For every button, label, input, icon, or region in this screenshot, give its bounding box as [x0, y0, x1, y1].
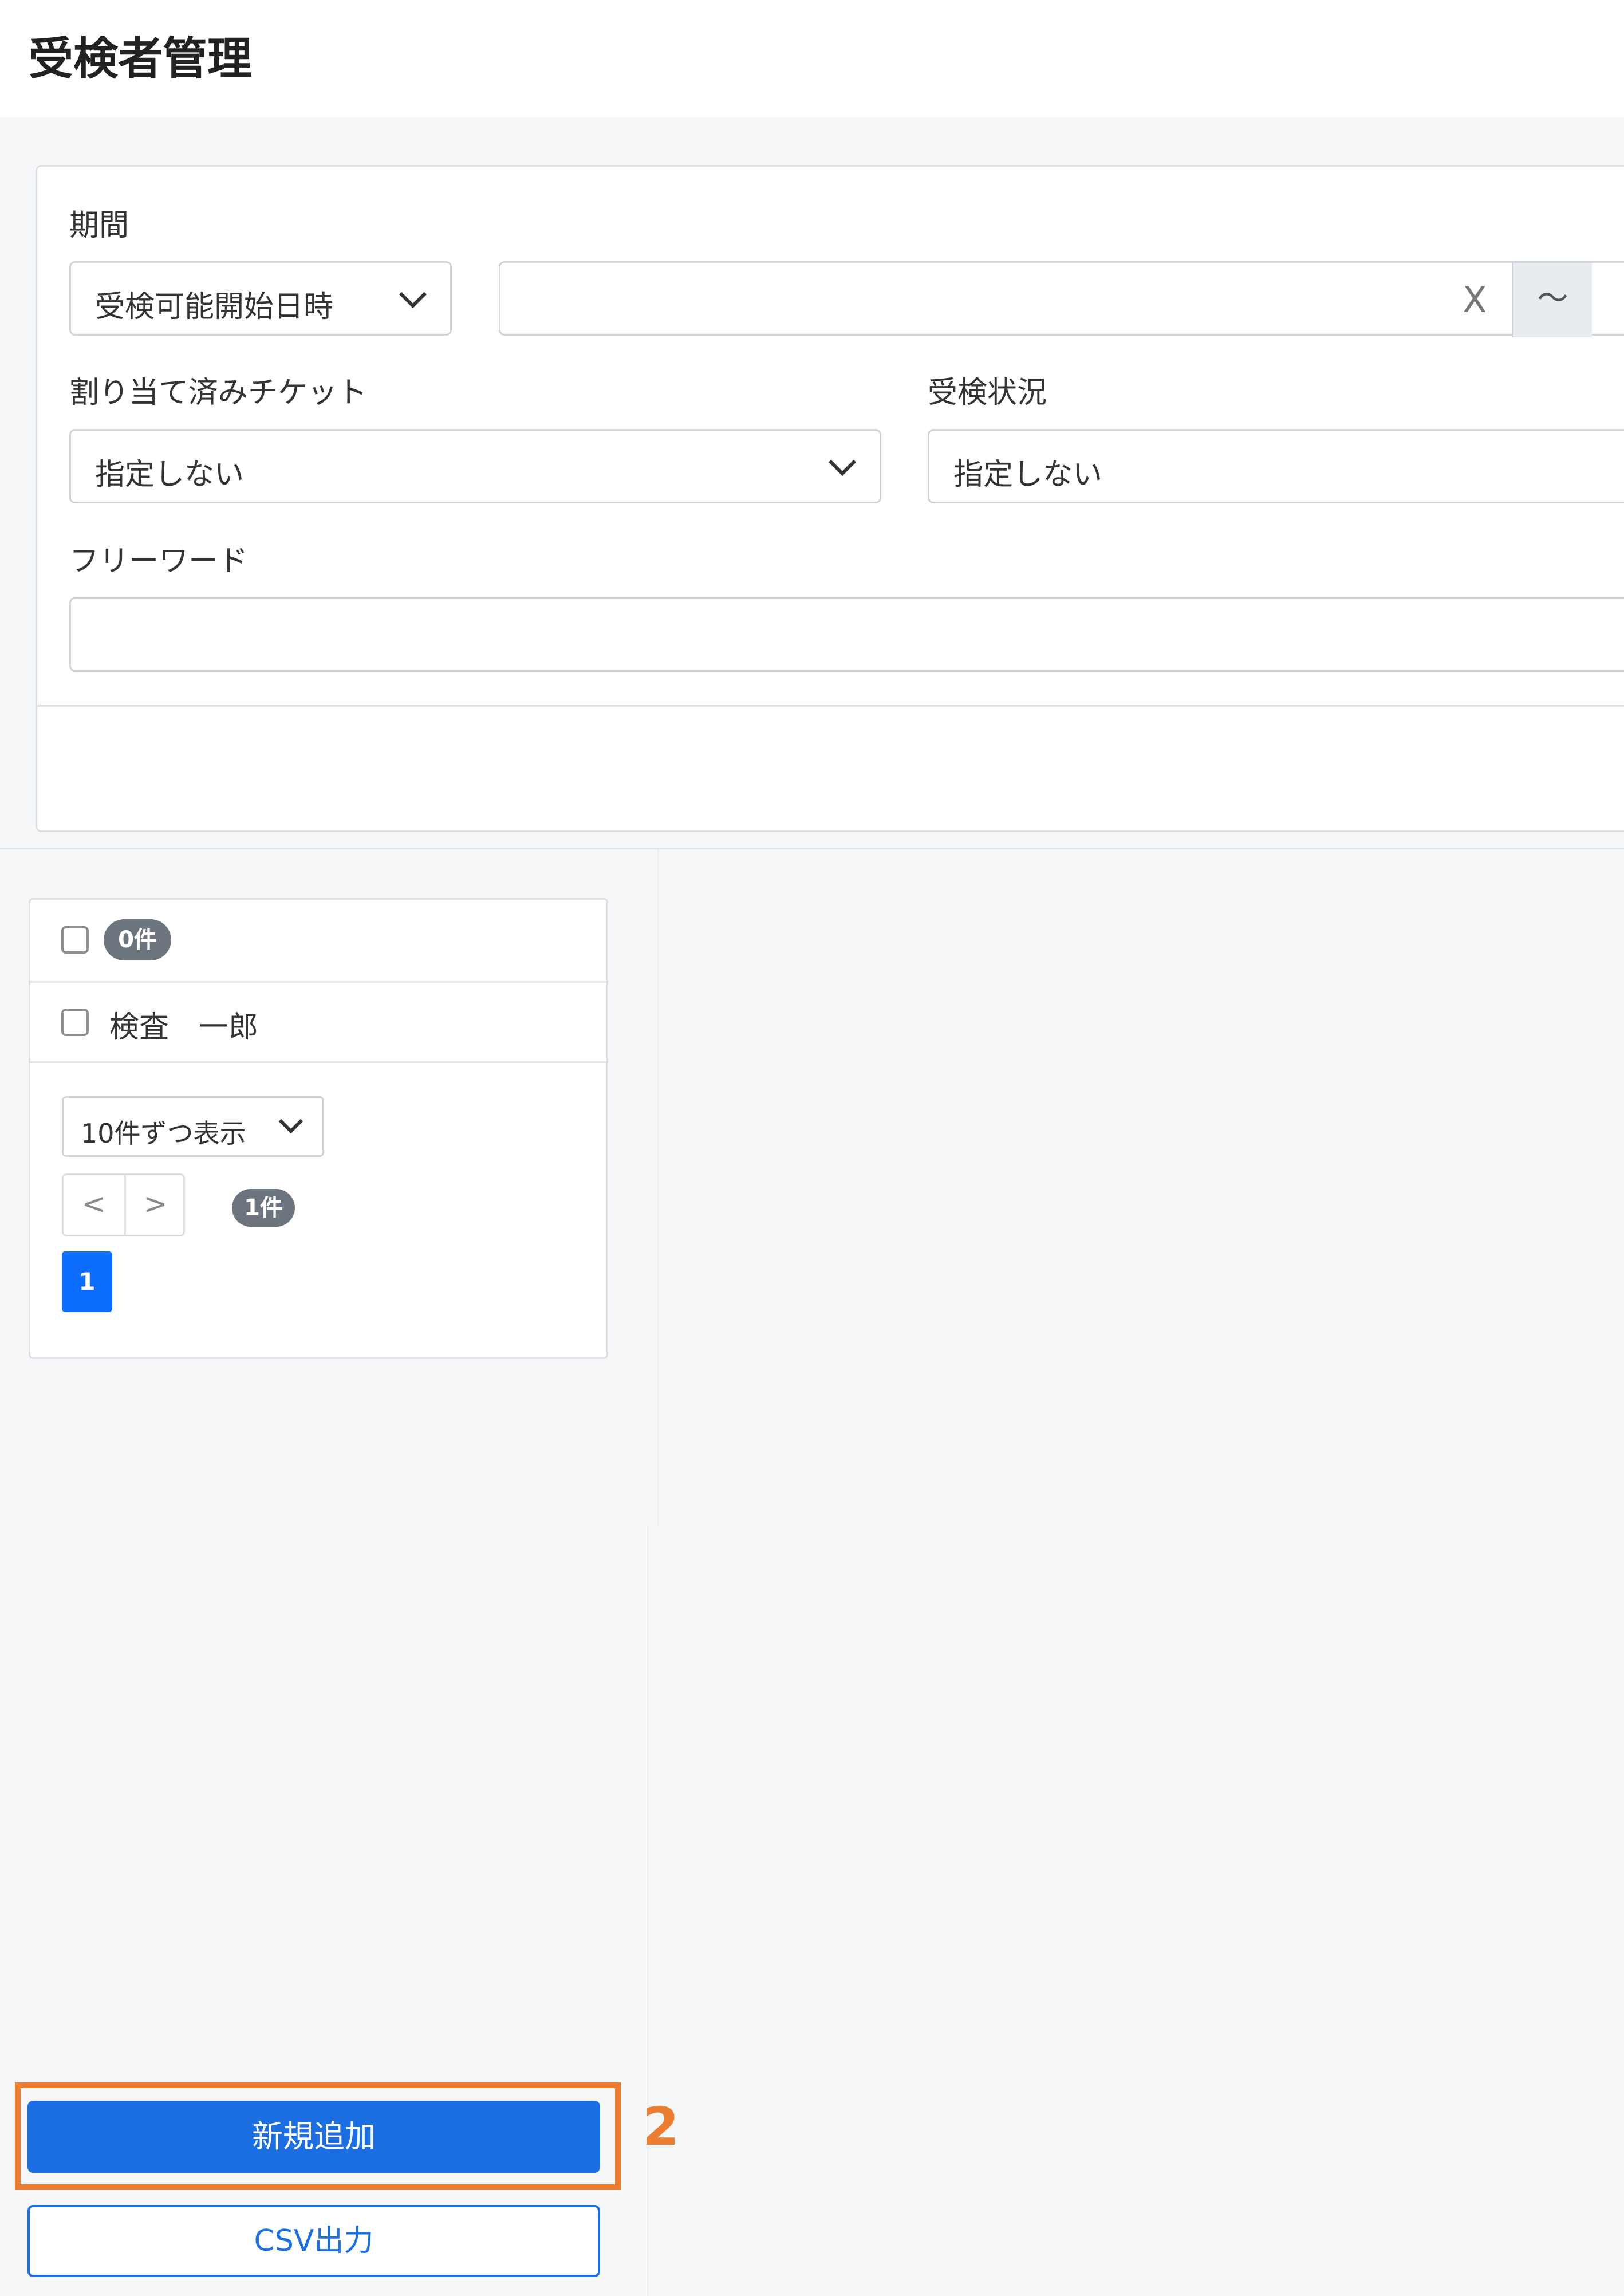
ticket-label: 割り当て済みチケット [69, 376, 368, 410]
add-new-button[interactable]: 新規追加 [27, 2101, 600, 2173]
status-label: 受検状況 [928, 376, 1047, 410]
page-title: 受検者管理 [29, 33, 253, 85]
status-select[interactable]: 指定しない [928, 429, 1624, 503]
next-page-button[interactable]: > [124, 1175, 185, 1235]
freeword-label: フリーワード [69, 544, 249, 578]
row-checkbox[interactable] [61, 1009, 89, 1036]
status-select-value: 指定しない [953, 458, 1103, 492]
range-separator: 〜 [1512, 263, 1592, 337]
period-type-select[interactable]: 受検可能開始日時 [69, 261, 452, 336]
ticket-select-value: 指定しない [95, 458, 245, 492]
page: 受検者管理 期間 受検可能開始日時 X 〜 割り当て済みチケット 指定しない 受… [0, 0, 1624, 2296]
chevron-down-icon [399, 280, 427, 309]
select-all-checkbox[interactable] [61, 926, 89, 954]
section-divider [0, 848, 1624, 849]
clear-icon[interactable]: X [1463, 279, 1487, 321]
total-count-badge: 1件 [232, 1189, 295, 1227]
examinee-list-card: 0件 検査 一郎 10件ずつ表示 < > 1件 1 [29, 898, 608, 1359]
chevron-down-icon [278, 1109, 303, 1134]
header: 受検者管理 [0, 0, 1624, 117]
step-marker: 2 [642, 2096, 680, 2157]
pane-divider [647, 1525, 649, 2296]
freeword-input[interactable] [69, 597, 1624, 672]
pane-divider [657, 849, 659, 1525]
per-page-select[interactable]: 10件ずつ表示 [62, 1096, 324, 1157]
ticket-select[interactable]: 指定しない [69, 429, 881, 503]
csv-export-button[interactable]: CSV出力 [27, 2205, 600, 2277]
period-start-input[interactable]: X 〜 [499, 261, 1624, 337]
card-divider [37, 705, 1624, 707]
chevron-down-icon [828, 448, 857, 476]
per-page-value: 10件ずつ表示 [81, 1118, 246, 1149]
row-divider [30, 981, 606, 983]
period-type-value: 受検可能開始日時 [95, 290, 334, 324]
selected-count-badge: 0件 [104, 919, 171, 960]
period-label: 期間 [69, 208, 129, 243]
prev-page-button[interactable]: < [64, 1175, 124, 1235]
page-number-1[interactable]: 1 [62, 1251, 112, 1312]
row-divider [30, 1061, 606, 1063]
pager-buttons: < > [62, 1173, 185, 1236]
examinee-name: 検査 一郎 [109, 1010, 259, 1045]
filter-card: 期間 受検可能開始日時 X 〜 割り当て済みチケット 指定しない 受検状況 指定… [36, 165, 1624, 832]
